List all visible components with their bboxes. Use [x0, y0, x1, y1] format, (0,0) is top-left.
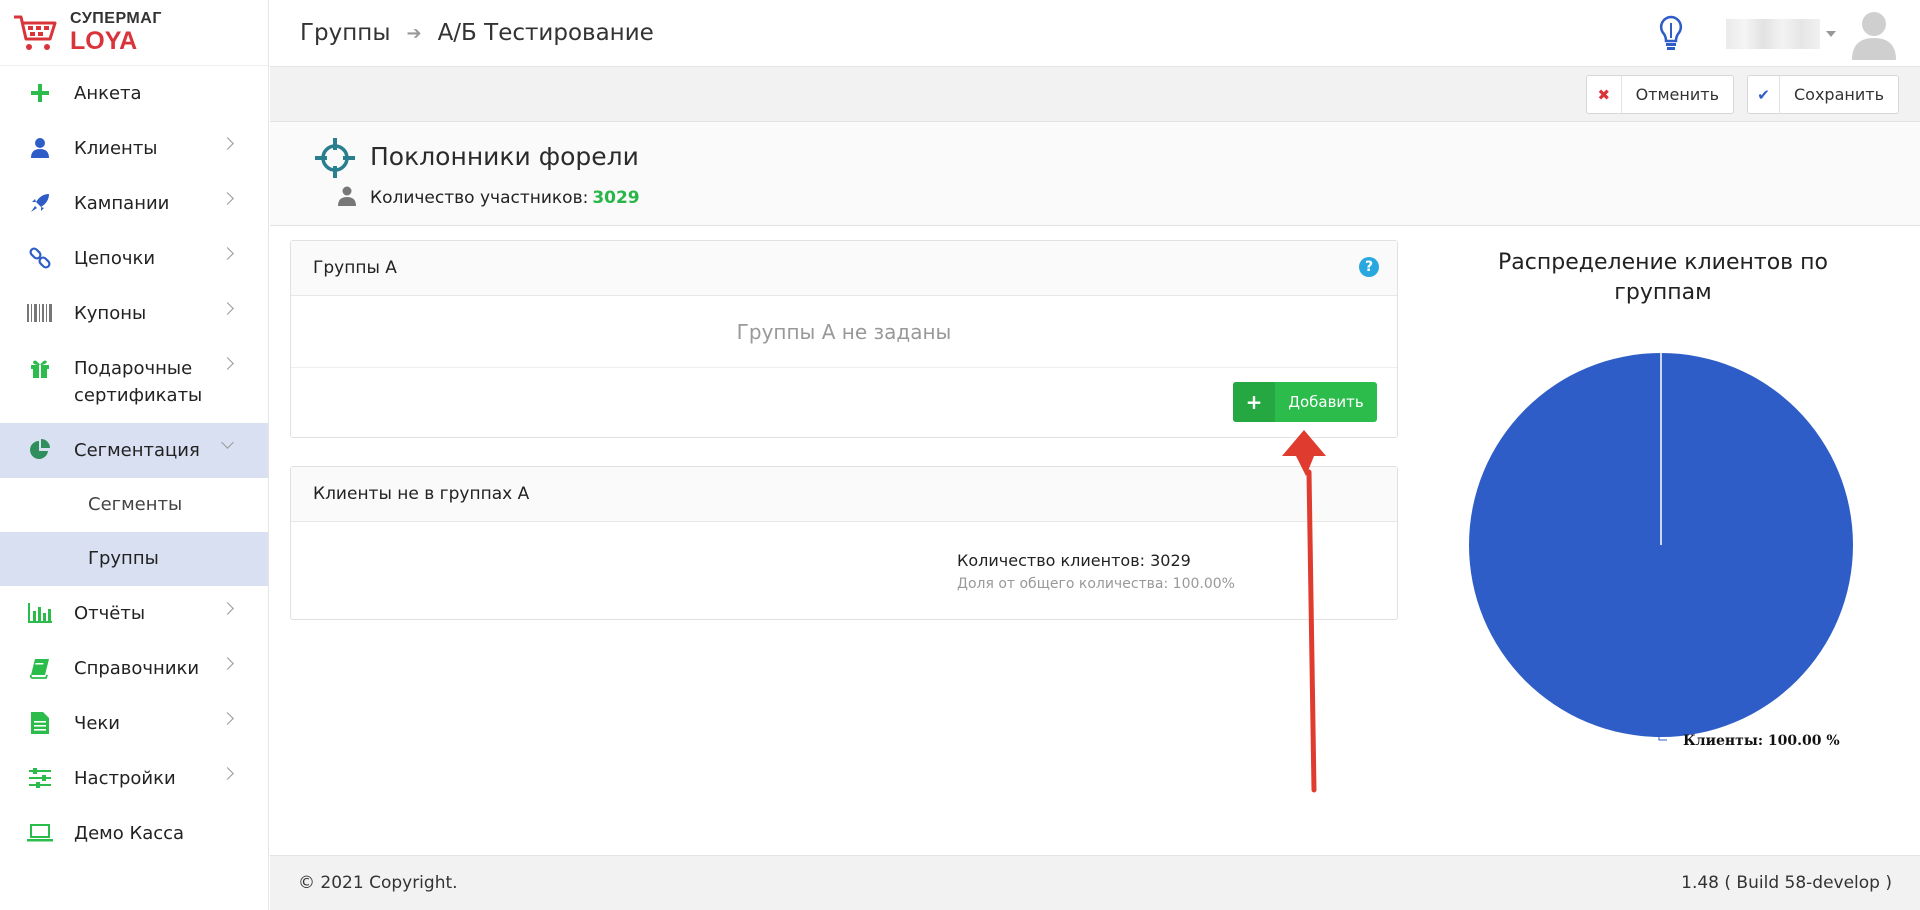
client-count-info: Количество клиентов: 3029 Доля от общего…: [957, 551, 1235, 592]
page-footer: © 2021 Copyright. 1.48 ( Build 58-develo…: [270, 855, 1920, 910]
client-count-row: Количество клиентов: 3029: [957, 551, 1235, 570]
groups-a-title: Группы А: [313, 258, 397, 278]
sidebar-item-gift-certificates[interactable]: Подарочные сертификаты: [0, 341, 268, 423]
client-count-label: Количество клиентов:: [957, 551, 1146, 570]
cancel-button-label: Отменить: [1635, 85, 1719, 104]
group-title: Поклонники форели: [370, 142, 639, 171]
sidebar-item-directories[interactable]: Справочники: [0, 641, 268, 696]
book-icon: [24, 655, 56, 681]
sidebar-item-reports[interactable]: Отчёты: [0, 586, 268, 641]
groups-a-panel: Группы А ? Группы А не заданы + Добавить: [290, 240, 1398, 438]
pie-data-label: Клиенты: 100.00 %: [1683, 733, 1840, 749]
sidebar-item-label: Анкета: [74, 83, 142, 104]
barcode-icon: [24, 300, 56, 326]
chevron-down-icon[interactable]: [1826, 30, 1836, 37]
annotation-arrow: [1282, 430, 1326, 793]
sidebar-item-label: Демо Касса: [74, 823, 185, 844]
sidebar-item-clients[interactable]: Клиенты: [0, 121, 268, 176]
clients-not-in-groups-header: Клиенты не в группах А: [291, 467, 1397, 522]
document-icon: [24, 710, 56, 736]
sidebar-item-label: Настройки: [74, 768, 176, 789]
logo[interactable]: СУПЕРМАГ LOYA: [0, 0, 268, 66]
clients-not-in-groups-title: Клиенты не в группах А: [313, 484, 530, 504]
members-label: Количество участников:: [370, 188, 589, 208]
user-name-blurred[interactable]: [1726, 18, 1820, 49]
save-button[interactable]: ✔ Сохранить: [1747, 75, 1899, 114]
client-count-value: 3029: [1150, 551, 1191, 570]
version-text: 1.48 ( Build 58-develop ): [1681, 873, 1892, 893]
client-share: Доля от общего количества: 100.00%: [957, 576, 1235, 592]
sidebar-item-receipts[interactable]: Чеки: [0, 696, 268, 751]
sidebar-subitem-segments[interactable]: Сегменты: [0, 478, 268, 532]
sidebar-item-campaigns[interactable]: Кампании: [0, 176, 268, 231]
members-count: 3029: [592, 188, 640, 208]
plus-icon: +: [1233, 382, 1275, 422]
sidebar-item-label: Цепочки: [74, 248, 156, 269]
crosshair-icon: [315, 138, 355, 178]
rocket-icon: [24, 190, 56, 216]
help-icon[interactable]: ?: [1359, 257, 1379, 277]
laptop-icon: [24, 820, 56, 846]
breadcrumb-item-current: А/Б Тестирование: [437, 20, 654, 46]
sidebar-item-label: Клиенты: [74, 138, 158, 159]
link-icon: [24, 245, 56, 271]
clients-not-in-groups-panel: Клиенты не в группах А Количество клиент…: [290, 466, 1398, 620]
pie-chart: Клиенты: 100.00 %: [1469, 353, 1853, 749]
gift-icon: [24, 355, 56, 381]
sidebar-item-chains[interactable]: Цепочки: [0, 231, 268, 286]
close-icon: ✖: [1587, 76, 1622, 113]
chart-title: Распределение клиентов по группам: [1498, 250, 1828, 305]
sidebar-item-demo-cashier[interactable]: Демо Касса: [0, 806, 268, 861]
groups-a-header: Группы А ?: [291, 241, 1397, 296]
sidebar-item-label: Кампании: [74, 193, 170, 214]
sidebar-item-settings[interactable]: Настройки: [0, 751, 268, 806]
user-icon: [24, 135, 56, 161]
plus-icon: [24, 80, 56, 106]
group-title-area: Поклонники форели Количество участников:…: [270, 122, 1920, 226]
top-header: Группы ➔ А/Б Тестирование: [270, 0, 1920, 67]
sidebar-item-anketa[interactable]: Анкета: [0, 66, 268, 121]
groups-a-empty-message: Группы А не заданы: [291, 296, 1397, 368]
sidebar-subitem-groups[interactable]: Группы: [0, 532, 268, 586]
sidebar-item-label: Купоны: [74, 303, 147, 324]
save-button-label: Сохранить: [1794, 85, 1884, 104]
sidebar: СУПЕРМАГ LOYA Анкета Клиенты Кампании Це…: [0, 0, 269, 910]
avatar[interactable]: [1850, 8, 1898, 60]
arrow-right-icon: ➔: [406, 22, 422, 44]
person-icon: [338, 186, 356, 206]
breadcrumb: Группы ➔ А/Б Тестирование: [300, 20, 654, 46]
add-group-button[interactable]: + Добавить: [1233, 382, 1377, 422]
sidebar-item-label: Справочники: [74, 658, 200, 679]
sidebar-item-segmentation[interactable]: Сегментация: [0, 423, 268, 478]
lightbulb-icon[interactable]: [1656, 14, 1686, 54]
cart-logo-icon: [14, 15, 57, 50]
sidebar-nav: Анкета Клиенты Кампании Цепочки Купоны П…: [0, 66, 268, 861]
copyright-text: © 2021 Copyright.: [298, 873, 458, 893]
check-icon: ✔: [1748, 76, 1780, 113]
pie-icon: [24, 437, 56, 463]
add-group-button-label: Добавить: [1288, 393, 1364, 411]
logo-bottom-text: LOYA: [70, 27, 138, 55]
action-toolbar: ✖ Отменить ✔ Сохранить: [270, 67, 1920, 122]
sidebar-item-coupons[interactable]: Купоны: [0, 286, 268, 341]
sidebar-item-label: Отчёты: [74, 603, 146, 624]
bar-chart-icon: [24, 600, 56, 626]
members-count-row: Количество участников: 3029: [370, 188, 640, 208]
cancel-button[interactable]: ✖ Отменить: [1586, 75, 1734, 114]
sliders-icon: [24, 765, 56, 791]
logo-top-text: СУПЕРМАГ: [70, 10, 162, 27]
sidebar-item-label: Чеки: [74, 713, 120, 734]
breadcrumb-item-groups[interactable]: Группы: [300, 20, 390, 46]
